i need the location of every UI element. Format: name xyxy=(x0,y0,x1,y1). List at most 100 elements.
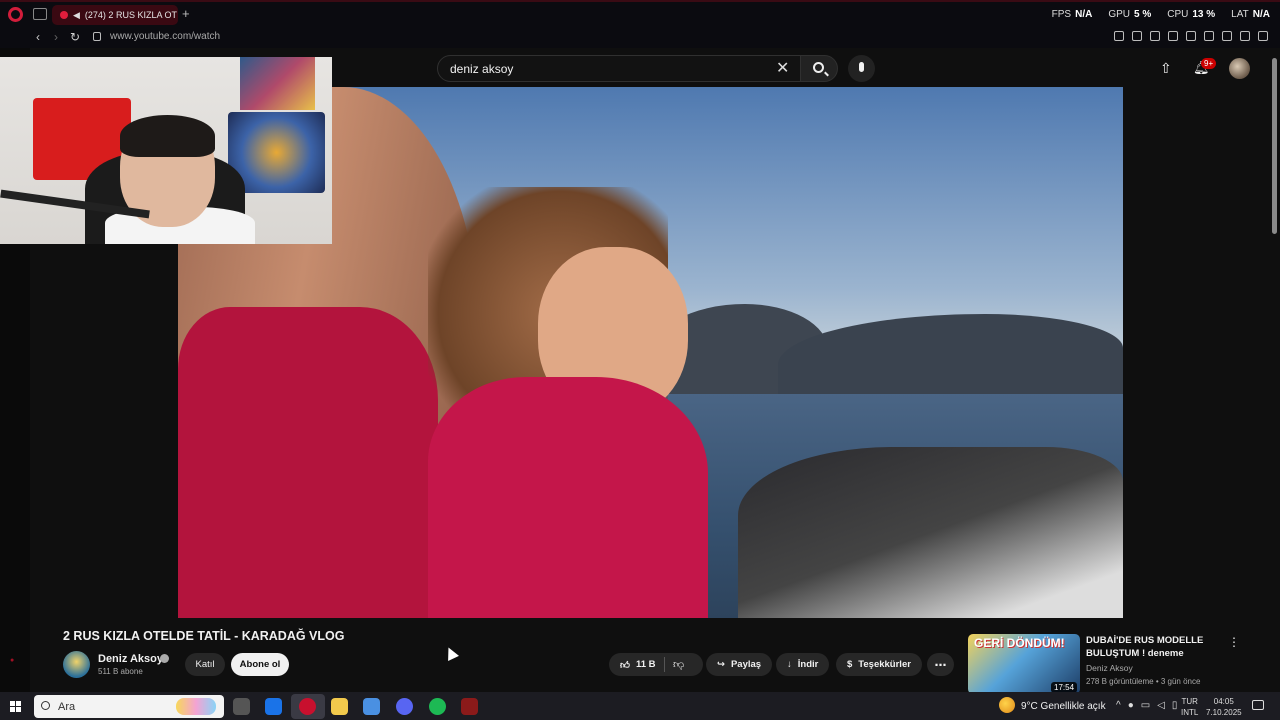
outlook-icon[interactable] xyxy=(265,698,282,715)
weather-icon[interactable] xyxy=(999,697,1015,713)
share-button[interactable]: ↪ Paylaş xyxy=(706,653,773,676)
recording-icon xyxy=(60,11,68,19)
keyboard-layout: INTL xyxy=(1181,708,1199,717)
spotify-icon[interactable] xyxy=(429,698,446,715)
notifications-icon[interactable] xyxy=(1252,700,1264,710)
search-input[interactable]: deniz aksoy xyxy=(437,55,801,82)
thumbs-down-icon[interactable]: 👎︎ xyxy=(673,658,684,671)
battery-icon[interactable]: ▯ xyxy=(1172,700,1178,711)
windows-start-icon[interactable] xyxy=(10,701,21,712)
search-icon xyxy=(813,62,824,73)
super-thanks-icon: $ xyxy=(847,659,853,670)
bookmark-icon[interactable] xyxy=(1114,31,1124,41)
cpu-stat: CPU 13 % xyxy=(1167,9,1216,20)
shield-icon[interactable] xyxy=(1150,31,1160,41)
language-indicator[interactable]: TUR INTL xyxy=(1181,696,1198,718)
extensions-icon[interactable] xyxy=(1204,31,1214,41)
time: 04:05 xyxy=(1213,697,1234,706)
speaker-icon: ◀ xyxy=(73,9,80,20)
weather-text[interactable]: 9°C Genellikle açık xyxy=(1021,701,1106,712)
recommended-meta: 278 B görüntüleme • 3 gün önce xyxy=(1086,677,1201,686)
video-jetski xyxy=(738,447,1123,618)
language-code: TUR xyxy=(1181,697,1198,706)
channel-avatar[interactable] xyxy=(63,651,90,678)
forward-icon[interactable]: › xyxy=(54,30,58,44)
notification-badge: 9+ xyxy=(1201,58,1217,69)
system-tray: ^ ● ▭ ◁ ▯ xyxy=(1116,700,1177,711)
clock[interactable]: 04:05 7.10.2025 xyxy=(1206,696,1242,718)
download-arrow-icon: ↓ xyxy=(787,659,792,670)
webcam-person-hair xyxy=(120,115,215,157)
download-label: İndir xyxy=(797,659,819,670)
file-explorer-icon[interactable] xyxy=(331,698,348,715)
menu-icon[interactable] xyxy=(1258,31,1268,41)
task-view-icon[interactable] xyxy=(233,698,250,715)
thumbs-up-icon: 👍︎ xyxy=(620,659,630,671)
tab-overview-icon[interactable] xyxy=(33,8,47,20)
reload-icon[interactable]: ↻ xyxy=(70,30,80,44)
mic-icon xyxy=(859,62,864,72)
verified-icon xyxy=(160,654,169,663)
url-field[interactable]: www.youtube.com/watch xyxy=(110,31,220,42)
lat-stat: LAT N/A xyxy=(1231,9,1270,20)
download-icon[interactable] xyxy=(1240,31,1250,41)
opera-logo-icon[interactable] xyxy=(8,7,23,22)
webcam-overlay xyxy=(0,57,332,244)
taskbar-search-placeholder: Ara xyxy=(58,700,76,713)
subscriber-count: 511 B abone xyxy=(98,667,143,676)
gpu-stat: GPU 5 % xyxy=(1108,9,1152,20)
heart-icon[interactable] xyxy=(1186,31,1196,41)
performance-overlay: FPS N/A GPU 5 % CPU 13 % LAT N/A xyxy=(1052,9,1270,20)
recommended-video-title[interactable]: DUBAİ'DE RUS MODELLE BULUŞTUM ! deneme xyxy=(1086,634,1221,660)
recommendation-menu-icon[interactable]: ⋮ xyxy=(1228,635,1240,649)
search-button[interactable] xyxy=(800,55,838,82)
address-bar-actions xyxy=(1114,31,1268,41)
app-icon[interactable] xyxy=(461,698,478,715)
like-divider xyxy=(664,657,665,672)
discord-icon[interactable] xyxy=(396,698,413,715)
clear-search-icon[interactable]: ✕ xyxy=(776,58,789,78)
mouse-cursor xyxy=(443,645,459,661)
tab-youtube[interactable]: ◀ (274) 2 RUS KIZLA OT xyxy=(52,5,178,25)
play-icon[interactable] xyxy=(1168,31,1178,41)
sidebar-record-icon[interactable]: ● xyxy=(10,657,14,664)
chevron-up-icon[interactable]: ^ xyxy=(1116,700,1121,711)
search-highlight-icon[interactable] xyxy=(176,698,216,715)
like-button[interactable]: 👍︎ 11 B xyxy=(609,653,703,676)
download-button[interactable]: ↓ İndir xyxy=(776,653,830,676)
volume-icon[interactable]: ◁ xyxy=(1157,700,1165,711)
video-title: 2 RUS KIZLA OTELDE TATİL - KARADAĞ VLOG xyxy=(63,629,345,643)
upload-icon[interactable]: ⇧ xyxy=(1160,60,1172,77)
new-tab-button[interactable]: + xyxy=(182,6,190,21)
snapshot-icon[interactable] xyxy=(1132,31,1142,41)
webcam-poster xyxy=(240,57,315,110)
more-actions-button[interactable]: ⋯ xyxy=(927,653,954,676)
join-button[interactable]: Katıl xyxy=(185,653,225,676)
taskbar-search-icon xyxy=(41,701,50,710)
lock-icon[interactable] xyxy=(93,32,101,41)
video-life-vest xyxy=(178,307,438,618)
video-life-vest xyxy=(428,377,708,618)
fps-stat: FPS N/A xyxy=(1051,9,1093,20)
scrollbar[interactable] xyxy=(1272,58,1277,234)
subscribe-button[interactable]: Abone ol xyxy=(231,653,289,676)
share-icon: ↪ xyxy=(717,659,725,670)
thanks-label: Teşekkürler xyxy=(858,659,911,670)
video-mountain xyxy=(778,314,1123,399)
back-icon[interactable]: ‹ xyxy=(36,30,40,44)
account-avatar[interactable] xyxy=(1229,58,1250,79)
profile-icon[interactable] xyxy=(1222,31,1232,41)
tab-title: (274) 2 RUS KIZLA OT xyxy=(84,10,177,20)
channel-name[interactable]: Deniz Aksoy xyxy=(98,653,163,665)
mic-tray-icon[interactable]: ● xyxy=(1128,700,1134,711)
thumbnail-text: GERİ DÖNDÜM! xyxy=(974,636,1065,650)
recommended-channel[interactable]: Deniz Aksoy xyxy=(1086,663,1133,673)
opera-taskbar-icon[interactable] xyxy=(299,698,316,715)
search-query: deniz aksoy xyxy=(450,61,514,76)
more-icon: ⋯ xyxy=(934,657,947,672)
voice-search-button[interactable] xyxy=(848,55,875,82)
network-icon[interactable]: ▭ xyxy=(1141,700,1150,711)
share-label: Paylaş xyxy=(730,659,762,670)
store-icon[interactable] xyxy=(363,698,380,715)
thanks-button[interactable]: $ Teşekkürler xyxy=(836,653,922,676)
